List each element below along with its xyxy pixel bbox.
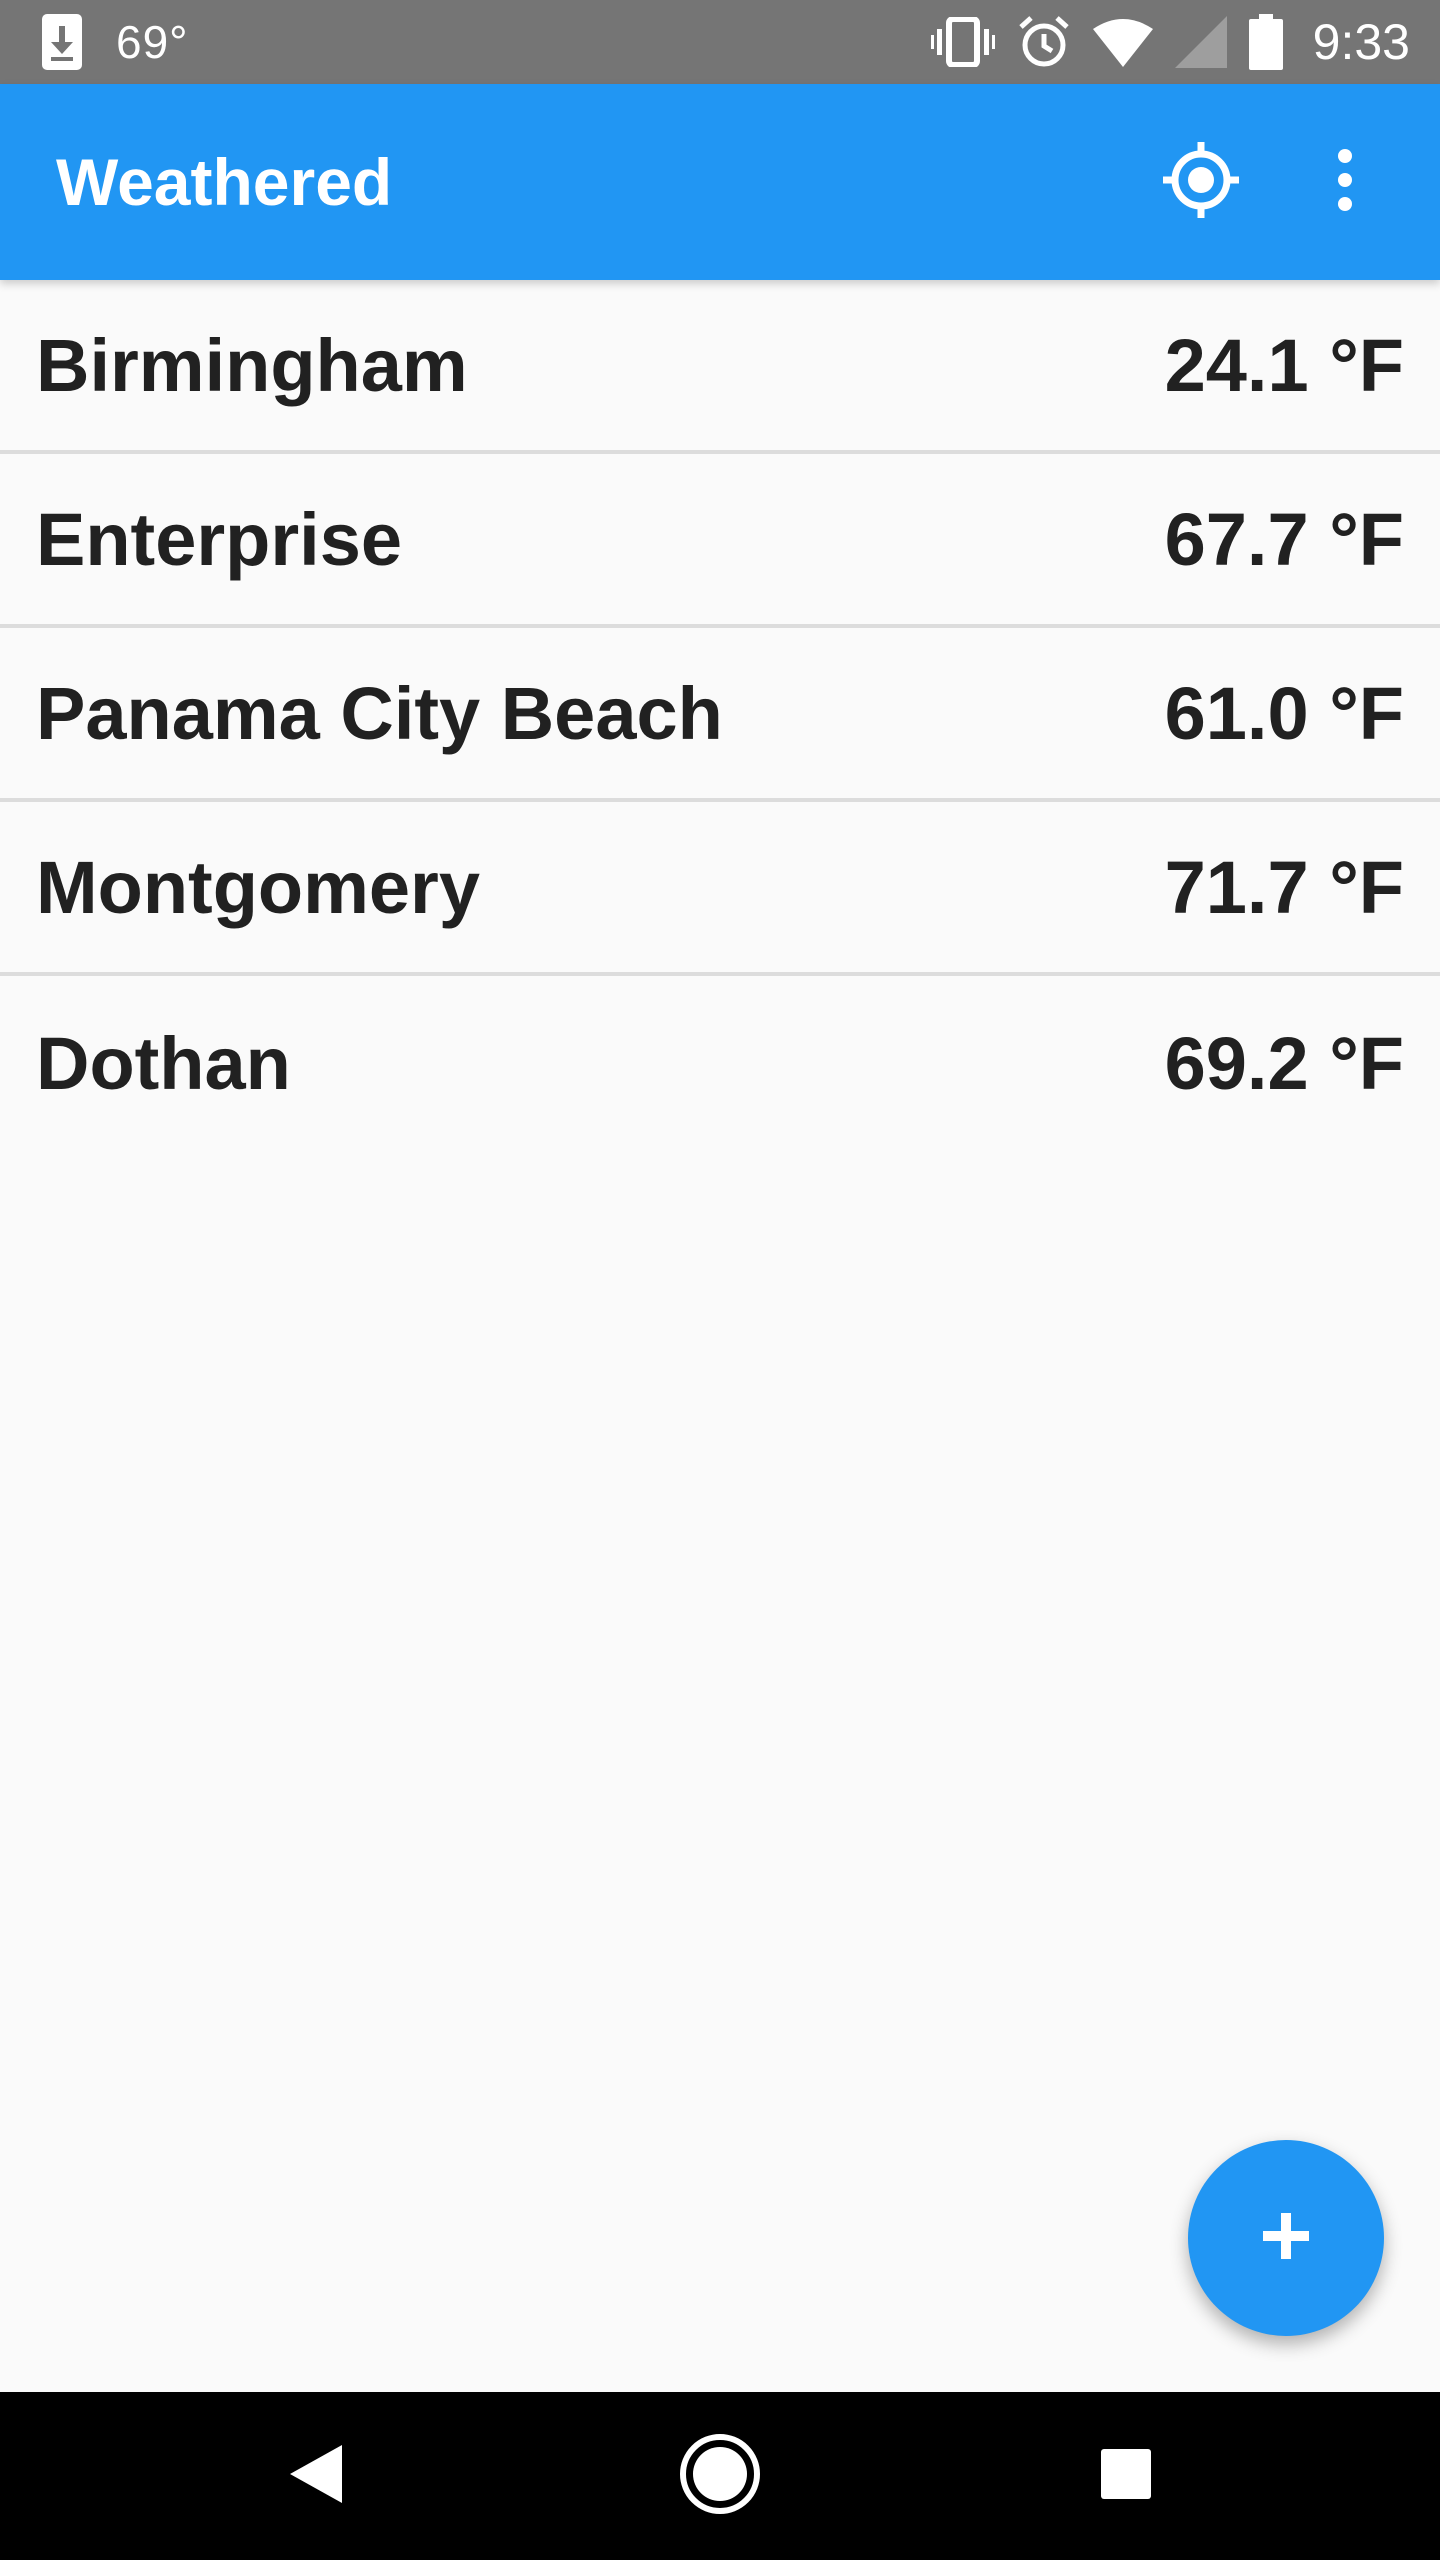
cell-signal-icon	[1174, 16, 1227, 68]
status-bar-left: 69°	[40, 12, 189, 72]
my-location-button[interactable]	[1146, 127, 1256, 237]
city-temperature: 69.2 °F	[1164, 1021, 1404, 1105]
city-row[interactable]: Dothan 69.2 °F	[0, 976, 1440, 1150]
city-name: Montgomery	[36, 845, 480, 929]
home-button[interactable]	[640, 2392, 800, 2560]
status-temperature: 69°	[116, 16, 189, 68]
plus-icon	[1261, 2211, 1311, 2266]
status-bar: 69° 9:33	[0, 0, 1440, 84]
city-name: Panama City Beach	[36, 671, 723, 755]
city-name: Birmingham	[36, 323, 468, 407]
wifi-icon	[1092, 17, 1153, 67]
city-name: Dothan	[36, 1021, 291, 1105]
city-list: Birmingham 24.1 °F Enterprise 67.7 °F Pa…	[0, 280, 1440, 1150]
app-bar: Weathered	[0, 84, 1440, 280]
city-temperature: 71.7 °F	[1164, 845, 1404, 929]
alarm-icon	[1017, 15, 1071, 69]
screen: 69° 9:33 Weathered Birmingham 24.1 °F En…	[0, 0, 1440, 2560]
battery-icon	[1248, 14, 1283, 70]
city-name: Enterprise	[36, 497, 403, 581]
status-bar-right: 9:33	[930, 13, 1410, 71]
download-icon	[40, 12, 84, 72]
home-icon	[678, 2432, 762, 2521]
back-button[interactable]	[236, 2392, 396, 2560]
overflow-menu-button[interactable]	[1290, 127, 1400, 237]
app-title: Weathered	[56, 145, 393, 219]
vibrate-icon	[930, 17, 995, 67]
city-row[interactable]: Enterprise 67.7 °F	[0, 454, 1440, 628]
navigation-bar	[0, 2392, 1440, 2560]
city-temperature: 61.0 °F	[1164, 671, 1404, 755]
recents-icon	[1099, 2447, 1153, 2506]
city-row[interactable]: Panama City Beach 61.0 °F	[0, 628, 1440, 802]
more-vert-icon	[1335, 148, 1355, 217]
city-temperature: 24.1 °F	[1164, 323, 1404, 407]
my-location-icon	[1161, 140, 1241, 225]
recents-button[interactable]	[1046, 2392, 1206, 2560]
back-icon	[288, 2443, 344, 2510]
status-time: 9:33	[1312, 14, 1410, 70]
city-temperature: 67.7 °F	[1164, 497, 1404, 581]
city-row[interactable]: Montgomery 71.7 °F	[0, 802, 1440, 976]
add-city-button[interactable]	[1188, 2140, 1384, 2336]
city-row[interactable]: Birmingham 24.1 °F	[0, 280, 1440, 454]
